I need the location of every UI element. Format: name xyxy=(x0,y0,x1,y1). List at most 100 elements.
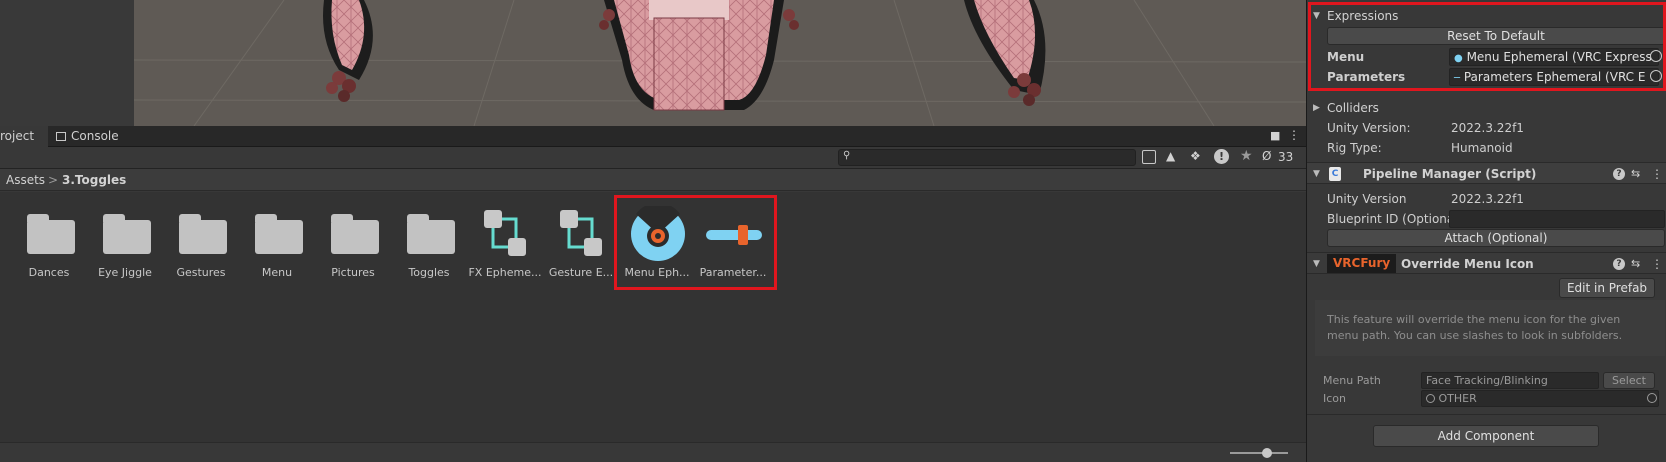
search-icon: ⚲ xyxy=(843,150,851,161)
inspector-panel: ▼ Expressions Reset To Default Menu ● Me… xyxy=(1306,0,1666,462)
help-icon[interactable]: ? xyxy=(1613,168,1625,180)
unity-version-value: 2022.3.22f1 xyxy=(1451,121,1524,135)
asset-label: Pictures xyxy=(331,266,375,279)
parameters-asset-icon: ─ xyxy=(1454,73,1461,84)
filter-by-type-icon[interactable]: ▲ xyxy=(1166,149,1175,163)
more-options-icon[interactable]: ⋮ xyxy=(1288,128,1300,142)
parameters-object-field[interactable]: ─ Parameters Ephemeral (VRC E xyxy=(1449,68,1659,86)
hidden-packages-icon[interactable]: Ø xyxy=(1262,149,1271,163)
info-icon[interactable]: ! xyxy=(1214,149,1229,164)
menu-asset-icon: ● xyxy=(1454,53,1463,64)
zoom-slider-thumb[interactable] xyxy=(1262,448,1272,458)
asset-item[interactable]: Pictures xyxy=(316,202,390,282)
folder-icon xyxy=(103,214,151,254)
tab-console[interactable]: Console xyxy=(52,126,122,147)
asset-label: FX Epheme... xyxy=(468,266,542,279)
attach-button[interactable]: Attach (Optional) xyxy=(1327,229,1665,247)
expressions-foldout[interactable]: ▼ Expressions xyxy=(1307,6,1666,26)
project-bottombar xyxy=(0,442,1306,462)
filter-by-label-icon[interactable]: ❖ xyxy=(1190,149,1201,163)
tab-project[interactable]: roject xyxy=(0,126,48,147)
zoom-slider[interactable] xyxy=(1230,448,1288,458)
edit-in-prefab-button[interactable]: Edit in Prefab xyxy=(1559,278,1655,298)
asset-item[interactable]: Menu xyxy=(240,202,314,282)
presets-icon[interactable]: ⇆ xyxy=(1631,253,1640,275)
colliders-title: Colliders xyxy=(1327,101,1379,115)
menu-label: Menu xyxy=(1327,50,1365,64)
folder-icon xyxy=(179,214,227,254)
expressions-menu-icon xyxy=(631,206,685,261)
icon-object-field[interactable]: OTHER xyxy=(1421,390,1659,407)
lock-icon[interactable]: ■ xyxy=(1270,129,1280,142)
tab-project-label: roject xyxy=(0,129,35,143)
pipeline-unity-version-label: Unity Version xyxy=(1327,192,1407,206)
asset-label: Dances xyxy=(28,266,70,279)
animator-controller-icon xyxy=(484,210,526,256)
blueprint-id-label: Blueprint ID (Optional xyxy=(1327,212,1458,226)
reset-to-default-button[interactable]: Reset To Default xyxy=(1327,27,1665,45)
divider xyxy=(1307,414,1666,415)
blueprint-id-input[interactable] xyxy=(1449,210,1665,228)
breadcrumb-current[interactable]: 3.Toggles xyxy=(62,169,126,191)
icon-label: Icon xyxy=(1323,392,1346,405)
pipeline-manager-title: Pipeline Manager (Script) xyxy=(1363,167,1537,181)
parameters-object-picker-icon[interactable] xyxy=(1650,70,1662,82)
asset-label: Toggles xyxy=(408,266,450,279)
asset-item[interactable]: Gestures xyxy=(164,202,238,282)
asset-item[interactable]: Gesture E... xyxy=(544,202,618,282)
component-menu-icon[interactable]: ⋮ xyxy=(1651,253,1663,275)
project-tabbar: roject Console ■ ⋮ xyxy=(0,126,1306,147)
asset-grid: Dances Eye Jiggle Gestures Menu Pictures… xyxy=(0,192,1306,442)
foldout-open-icon: ▼ xyxy=(1313,169,1320,179)
project-toolbar: ⚲ ▲ ❖ ! ★ Ø 33 xyxy=(0,147,1306,169)
component-menu-icon[interactable]: ⋮ xyxy=(1651,163,1663,185)
presets-icon[interactable]: ⇆ xyxy=(1631,163,1640,185)
menu-path-input[interactable]: Face Tracking/Blinking xyxy=(1421,372,1599,389)
scene-view-panel xyxy=(0,0,1306,126)
pipeline-unity-version-value: 2022.3.22f1 xyxy=(1451,192,1524,206)
pipeline-unity-version-row: Unity Version 2022.3.22f1 xyxy=(1307,189,1666,209)
folder-icon xyxy=(331,214,379,254)
asset-item[interactable]: Parameter... xyxy=(696,202,770,282)
menu-object-field[interactable]: ● Menu Ephemeral (VRC Express xyxy=(1449,48,1659,66)
console-icon xyxy=(56,132,66,141)
colliders-foldout[interactable]: ▶ Colliders xyxy=(1307,98,1666,118)
project-window: roject Console ■ ⋮ ⚲ ▲ ❖ ! ★ Ø 33 Assets… xyxy=(0,126,1306,462)
scene-left-margin xyxy=(0,0,134,126)
asset-label: Parameter... xyxy=(699,266,767,279)
asset-item[interactable]: Eye Jiggle xyxy=(88,202,162,282)
asset-label: Eye Jiggle xyxy=(98,266,152,279)
script-icon: C xyxy=(1329,167,1341,181)
breadcrumb-separator: > xyxy=(48,173,59,187)
asset-label: Menu Eph... xyxy=(624,266,690,279)
pipeline-manager-header[interactable]: ▼ C Pipeline Manager (Script) ? ⇆ ⋮ xyxy=(1307,162,1666,184)
vrcfury-body: This feature will override the menu icon… xyxy=(1315,300,1665,356)
select-button[interactable]: Select xyxy=(1603,372,1655,389)
menu-path-label: Menu Path xyxy=(1323,374,1381,387)
expressions-parameters-icon xyxy=(706,225,762,245)
folder-icon xyxy=(27,214,75,254)
favorite-star-icon[interactable]: ★ xyxy=(1240,148,1253,164)
vrcfury-header[interactable]: ▼ VRCFury Override Menu Icon ? ⇆ ⋮ xyxy=(1307,252,1666,274)
asset-item[interactable]: FX Epheme... xyxy=(468,202,542,282)
menu-object-picker-icon[interactable] xyxy=(1650,50,1662,62)
expressions-title: Expressions xyxy=(1327,9,1399,23)
search-by-type-icon[interactable] xyxy=(1142,150,1156,164)
animator-controller-icon xyxy=(560,210,602,256)
help-icon[interactable]: ? xyxy=(1613,258,1625,270)
breadcrumb-assets[interactable]: Assets xyxy=(6,169,45,191)
asset-item[interactable]: Toggles xyxy=(392,202,466,282)
asset-item[interactable]: Menu Eph... xyxy=(620,202,694,282)
add-component-button[interactable]: Add Component xyxy=(1373,425,1599,447)
scene-viewport[interactable] xyxy=(134,0,1306,126)
avatar-render xyxy=(134,0,1306,126)
folder-icon xyxy=(255,214,303,254)
vrcfury-badge: VRCFury xyxy=(1327,254,1397,273)
search-input[interactable]: ⚲ xyxy=(838,149,1136,166)
foldout-open-icon: ▼ xyxy=(1313,259,1320,269)
icon-object-picker-icon[interactable] xyxy=(1647,393,1657,403)
rig-type-row: Rig Type: Humanoid xyxy=(1307,138,1666,158)
asset-item[interactable]: Dances xyxy=(12,202,86,282)
menu-object-value: Menu Ephemeral (VRC Express xyxy=(1466,50,1652,64)
vrcfury-title: Override Menu Icon xyxy=(1401,257,1534,271)
